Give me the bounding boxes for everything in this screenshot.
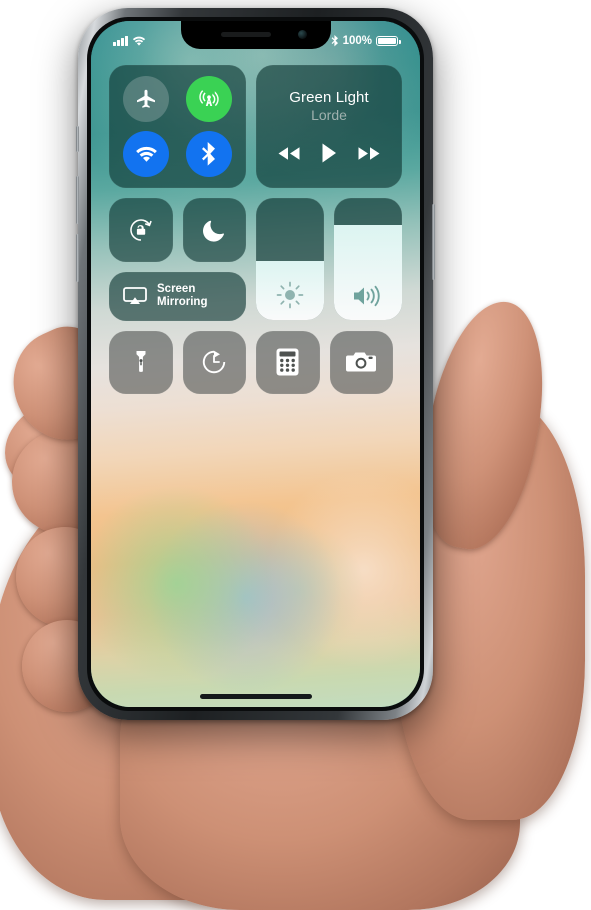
airplay-screen-icon — [122, 285, 148, 307]
connectivity-module — [109, 65, 246, 188]
volume-up-button[interactable] — [76, 176, 79, 224]
volume-slider[interactable] — [334, 198, 402, 320]
control-center-row-2: Screen Mirroring — [109, 198, 402, 321]
phone-screen: 100% Green Light Lorde Screen Mirroring — [91, 21, 420, 707]
sliders-group — [256, 198, 402, 321]
wifi-toggle[interactable] — [123, 131, 170, 178]
wifi-icon — [132, 36, 146, 47]
timer-button[interactable] — [182, 330, 246, 394]
airplane-mode-toggle[interactable] — [123, 75, 170, 122]
cellular-antenna-icon — [196, 86, 222, 112]
battery-full-icon — [376, 35, 401, 47]
bluetooth-icon — [331, 35, 339, 47]
screen-mirroring-button[interactable]: Screen Mirroring — [109, 271, 246, 321]
rotation-lock-toggle[interactable] — [109, 198, 173, 262]
airplane-icon — [134, 87, 158, 111]
wifi-icon — [134, 145, 159, 164]
camera-icon — [345, 349, 377, 375]
home-indicator-bar[interactable] — [199, 694, 312, 699]
brightness-slider[interactable] — [256, 198, 324, 320]
now-playing-module[interactable]: Green Light Lorde — [256, 65, 402, 188]
play-icon[interactable] — [320, 142, 338, 164]
rewind-icon[interactable] — [276, 145, 301, 162]
volume-down-button[interactable] — [76, 234, 79, 282]
camera-button[interactable] — [329, 330, 393, 394]
brightness-sun-icon — [256, 280, 324, 310]
calculator-button[interactable] — [256, 330, 320, 394]
playback-controls — [276, 142, 382, 164]
now-playing-artist: Lorde — [311, 107, 347, 123]
fast-forward-icon[interactable] — [357, 145, 382, 162]
moon-icon — [201, 216, 228, 243]
utility-shortcuts-row — [109, 330, 402, 394]
bluetooth-toggle[interactable] — [185, 131, 232, 178]
phone-bezel: 100% Green Light Lorde Screen Mirroring — [87, 17, 424, 711]
screen-mirroring-label: Screen Mirroring — [157, 283, 207, 309]
rotation-lock-icon — [126, 215, 156, 245]
bluetooth-icon — [201, 141, 217, 167]
front-camera-icon — [297, 30, 307, 39]
screen-mirroring-label-line1: Screen — [157, 283, 196, 295]
calculator-icon — [275, 347, 300, 377]
flashlight-button[interactable] — [109, 330, 173, 394]
small-toggles-row — [109, 198, 246, 262]
mute-switch[interactable] — [76, 126, 79, 152]
earpiece-speaker-icon — [220, 32, 271, 37]
cellular-data-toggle[interactable] — [185, 75, 232, 122]
left-column: Screen Mirroring — [109, 198, 246, 321]
side-power-button[interactable] — [432, 204, 435, 280]
volume-speaker-icon — [334, 282, 402, 310]
control-center: Green Light Lorde Screen Mirroring — [91, 65, 420, 394]
do-not-disturb-toggle[interactable] — [182, 198, 246, 262]
battery-percent-label: 100% — [342, 35, 372, 47]
control-center-row-1: Green Light Lorde — [109, 65, 402, 188]
cellular-signal-bars-icon — [113, 36, 128, 46]
notch — [180, 21, 331, 49]
screen-mirroring-label-line2: Mirroring — [157, 296, 208, 308]
flashlight-icon — [127, 348, 155, 376]
timer-icon — [199, 347, 229, 377]
now-playing-title: Green Light — [289, 89, 369, 106]
phone-body: 100% Green Light Lorde Screen Mirroring — [76, 8, 435, 720]
